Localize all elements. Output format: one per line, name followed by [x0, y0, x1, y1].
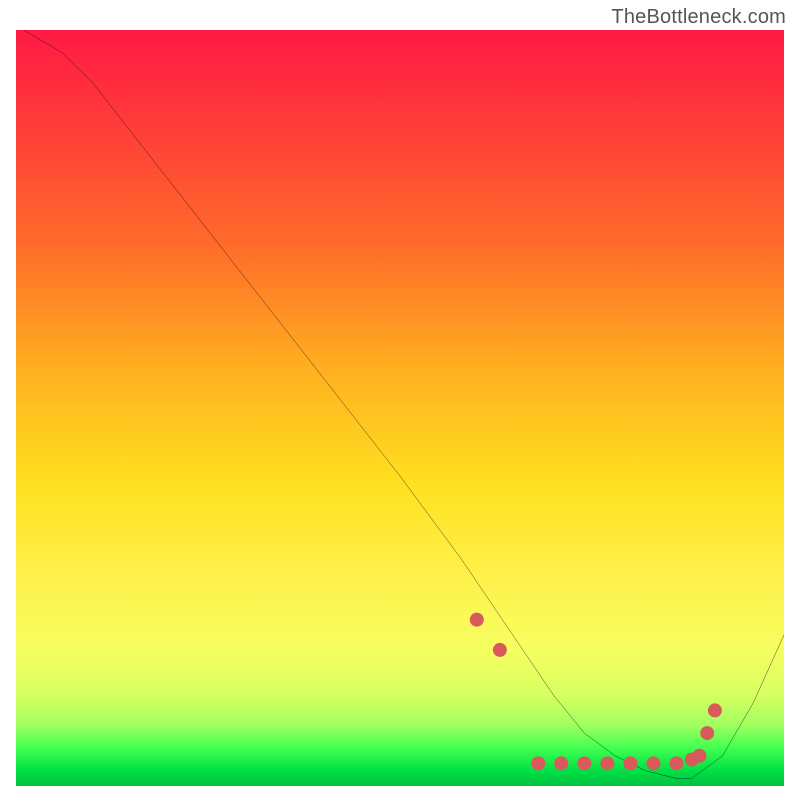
marker-dot [700, 726, 714, 740]
plot-area [16, 30, 784, 786]
marker-dot [493, 643, 507, 657]
chart-container: TheBottleneck.com [0, 0, 800, 800]
marker-dot [623, 756, 637, 770]
marker-dot [708, 703, 722, 717]
marker-dot [669, 756, 683, 770]
marker-dot [600, 756, 614, 770]
marker-dot [470, 613, 484, 627]
bottleneck-curve-line [24, 30, 784, 778]
watermark-text: TheBottleneck.com [611, 6, 786, 29]
marker-dot [693, 749, 707, 763]
chart-svg [16, 30, 784, 786]
marker-dot [531, 756, 545, 770]
marker-dot [646, 756, 660, 770]
marker-dots-group [470, 613, 722, 771]
marker-dot [554, 756, 568, 770]
marker-dot [577, 756, 591, 770]
